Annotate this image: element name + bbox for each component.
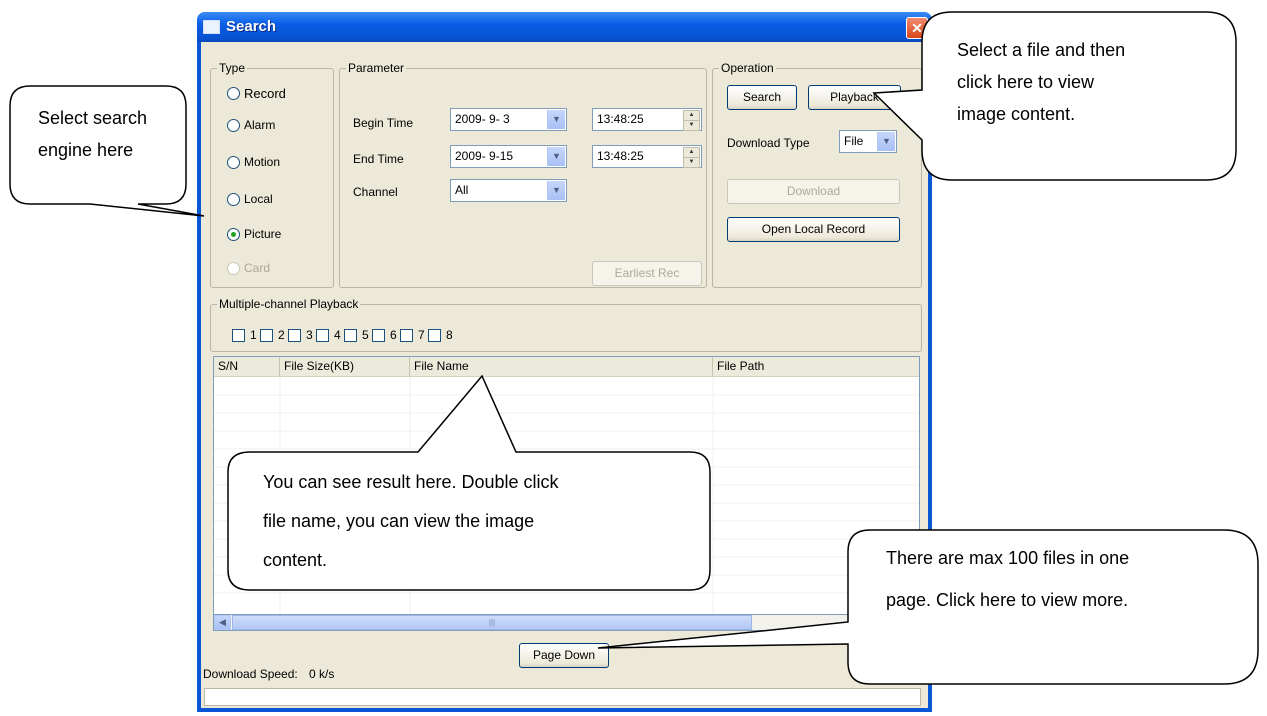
callout-line: click here to view bbox=[957, 72, 1095, 92]
end-time-value: 13:48:25 bbox=[597, 149, 644, 163]
download-progress-bar bbox=[204, 688, 921, 706]
channel-checkbox[interactable] bbox=[372, 329, 385, 342]
download-button[interactable]: Download bbox=[727, 179, 900, 204]
scroll-left-icon[interactable]: ◀ bbox=[214, 615, 231, 630]
close-icon[interactable]: ✕ bbox=[906, 17, 928, 39]
begin-time-value: 13:48:25 bbox=[597, 112, 644, 126]
radio-record[interactable] bbox=[227, 87, 240, 100]
scrollbar-thumb[interactable]: ||| bbox=[232, 615, 752, 630]
channel-checkbox-label: 5 bbox=[362, 328, 369, 342]
multi-channel-legend: Multiple-channel Playback bbox=[217, 297, 361, 311]
callout-line: engine here bbox=[38, 140, 134, 160]
parameter-group: Parameter bbox=[339, 61, 707, 288]
spin-down-icon[interactable]: ▼ bbox=[683, 157, 700, 168]
chevron-down-icon[interactable]: ▼ bbox=[547, 147, 565, 166]
operation-legend: Operation bbox=[719, 61, 776, 75]
chevron-down-icon[interactable]: ▼ bbox=[547, 110, 565, 129]
end-date-select[interactable]: 2009- 9-15 ▼ bbox=[450, 145, 567, 168]
end-date-value: 2009- 9-15 bbox=[455, 149, 514, 163]
radio-alarm[interactable] bbox=[227, 119, 240, 132]
parameter-legend: Parameter bbox=[346, 61, 407, 75]
radio-card[interactable] bbox=[227, 262, 240, 275]
end-time-label: End Time bbox=[353, 152, 404, 166]
radio-motion[interactable] bbox=[227, 156, 240, 169]
channel-checkbox-label: 8 bbox=[446, 328, 453, 342]
callout-page-down-text: There are max 100 files in one page. Cli… bbox=[886, 537, 1129, 621]
begin-time-spinner[interactable]: 13:48:25 ▲ ▼ bbox=[592, 108, 702, 131]
callout-line: file name, you can view the image bbox=[263, 511, 535, 531]
end-time-spinner[interactable]: 13:48:25 ▲ ▼ bbox=[592, 145, 702, 168]
earliest-rec-button[interactable]: Earliest Rec bbox=[592, 261, 702, 286]
window-client-area: Type Record Alarm Motion Local Picture C… bbox=[201, 42, 928, 708]
results-horizontal-scrollbar[interactable]: ◀ ||| bbox=[213, 614, 918, 631]
radio-motion-label: Motion bbox=[244, 155, 281, 169]
channel-checkbox-label: 1 bbox=[250, 328, 257, 342]
download-type-label: Download Type bbox=[727, 136, 810, 150]
callout-line: There are max 100 files in one bbox=[886, 548, 1130, 568]
channel-checkbox[interactable] bbox=[260, 329, 273, 342]
channel-label: Channel bbox=[353, 185, 398, 199]
radio-alarm-label: Alarm bbox=[244, 118, 276, 132]
callout-line: content. bbox=[263, 550, 328, 570]
begin-date-value: 2009- 9- 3 bbox=[455, 112, 510, 126]
channel-checkbox[interactable] bbox=[316, 329, 329, 342]
channel-value: All bbox=[455, 183, 469, 197]
channel-checkbox-label: 6 bbox=[390, 328, 397, 342]
radio-local-label: Local bbox=[244, 192, 273, 206]
chevron-down-icon[interactable]: ▼ bbox=[547, 181, 565, 200]
download-type-select[interactable]: File ▼ bbox=[839, 130, 897, 153]
channel-checkbox-label: 2 bbox=[278, 328, 285, 342]
title-bar[interactable]: Search ✕ bbox=[197, 12, 932, 42]
channel-checkbox[interactable] bbox=[344, 329, 357, 342]
channel-checkbox[interactable] bbox=[428, 329, 441, 342]
radio-record-label: Record bbox=[244, 86, 286, 101]
type-group: Type bbox=[210, 61, 334, 288]
multi-channel-playback-group: Multiple-channel Playback bbox=[210, 297, 922, 352]
search-button[interactable]: Search bbox=[727, 85, 797, 110]
radio-local[interactable] bbox=[227, 193, 240, 206]
channel-checkbox[interactable] bbox=[288, 329, 301, 342]
channel-checkbox-label: 4 bbox=[334, 328, 341, 342]
callout-search-engine-text: Select search engine here bbox=[38, 102, 147, 166]
begin-time-label: Begin Time bbox=[353, 116, 414, 130]
page-down-button[interactable]: Page Down bbox=[519, 643, 609, 668]
playback-button[interactable]: Playback bbox=[808, 85, 901, 110]
window-title: Search bbox=[226, 18, 277, 35]
download-speed-label: Download Speed: bbox=[203, 667, 298, 681]
window-icon bbox=[203, 20, 220, 34]
callout-results-text: You can see result here. Double click fi… bbox=[263, 463, 559, 580]
callout-playback-text: Select a file and then click here to vie… bbox=[957, 34, 1125, 130]
radio-picture[interactable] bbox=[227, 228, 240, 241]
radio-card-label: Card bbox=[244, 261, 271, 275]
callout-line: You can see result here. Double click bbox=[263, 472, 559, 492]
channel-checkbox[interactable] bbox=[400, 329, 413, 342]
channel-select[interactable]: All ▼ bbox=[450, 179, 567, 202]
begin-date-select[interactable]: 2009- 9- 3 ▼ bbox=[450, 108, 567, 131]
search-window: Search ✕ Type Record Alarm Motion Local … bbox=[197, 12, 932, 712]
radio-picture-label: Picture bbox=[244, 227, 282, 241]
download-type-value: File bbox=[844, 134, 864, 148]
spin-down-icon[interactable]: ▼ bbox=[683, 120, 700, 131]
channel-checkbox-label: 3 bbox=[306, 328, 313, 342]
channel-checkbox-label: 7 bbox=[418, 328, 425, 342]
callout-line: Select a file and then bbox=[957, 40, 1126, 60]
download-speed-value: 0 k/s bbox=[309, 667, 335, 681]
callout-line: image content. bbox=[957, 104, 1076, 124]
callout-line: page. Click here to view more. bbox=[886, 590, 1129, 610]
open-local-record-button[interactable]: Open Local Record bbox=[727, 217, 900, 242]
chevron-down-icon[interactable]: ▼ bbox=[877, 132, 895, 151]
callout-line: Select search bbox=[38, 108, 148, 128]
type-legend: Type bbox=[217, 61, 248, 75]
channel-checkbox[interactable] bbox=[232, 329, 245, 342]
